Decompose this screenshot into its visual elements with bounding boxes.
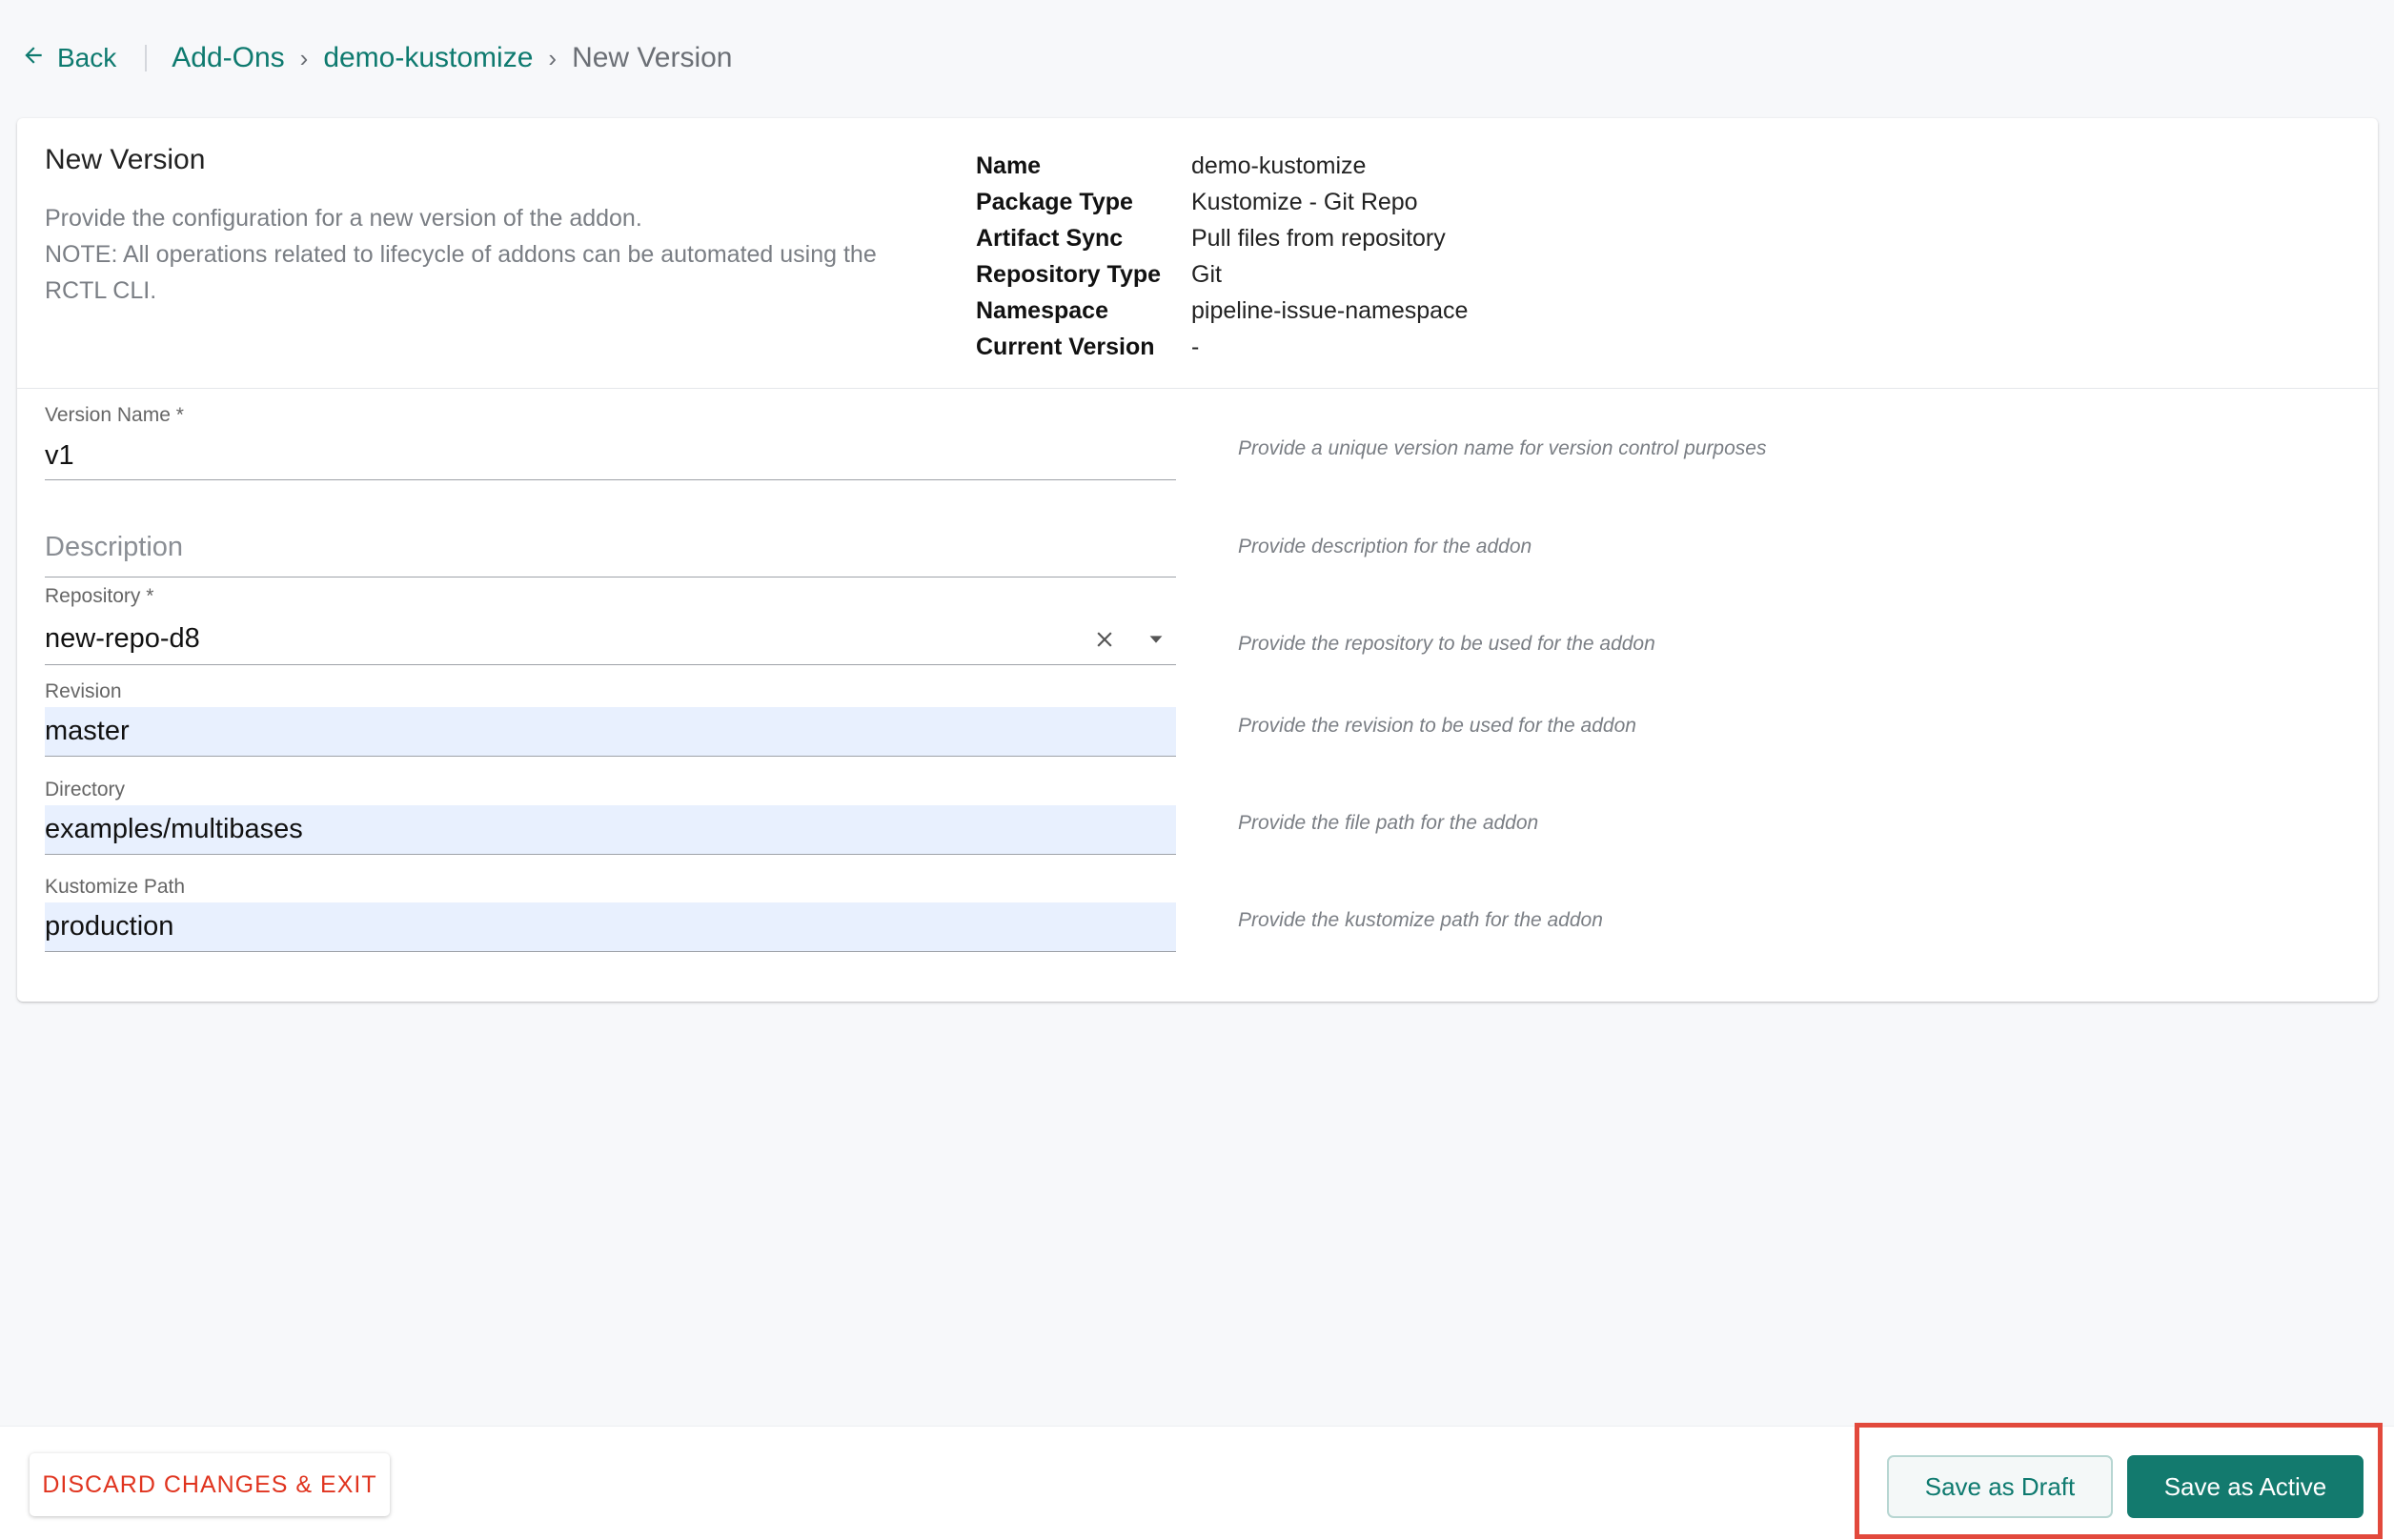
caret-down-icon[interactable]	[1146, 629, 1167, 650]
meta-value: Pull files from repository	[1191, 224, 1446, 252]
addon-meta: Name demo-kustomize Package Type Kustomi…	[976, 148, 1468, 365]
save-as-active-button[interactable]: Save as Active	[2127, 1455, 2364, 1518]
page: Back Add-Ons › demo-kustomize › New Vers…	[0, 0, 2394, 1540]
chevron-right-icon: ›	[299, 43, 309, 72]
clear-icon[interactable]	[1092, 627, 1117, 652]
meta-value: pipeline-issue-namespace	[1191, 296, 1469, 324]
meta-row: Repository Type Git	[976, 256, 1468, 293]
revision-hint: Provide the revision to be used for the …	[1238, 715, 1636, 737]
kustomize-path-value: production	[45, 911, 174, 942]
select-icons	[1092, 614, 1167, 664]
description-field: Description	[45, 518, 1176, 578]
meta-key: Current Version	[976, 333, 1155, 360]
new-version-card: New Version Provide the configuration fo…	[17, 118, 2378, 1002]
meta-value: Git	[1191, 260, 1222, 288]
card-header: New Version Provide the configuration fo…	[17, 118, 2378, 389]
description-note: NOTE: All operations related to lifecycl…	[45, 241, 877, 304]
directory-label: Directory	[45, 779, 126, 800]
discard-changes-button[interactable]: DISCARD CHANGES & EXIT	[30, 1453, 390, 1516]
version-name-hint: Provide a unique version name for versio…	[1238, 437, 1767, 459]
revision-label: Revision	[45, 680, 122, 702]
repository-field: Repository * new-repo-d8	[45, 585, 1176, 665]
meta-key: Package Type	[976, 188, 1133, 215]
version-name-field: Version Name * v1	[45, 404, 1176, 480]
card-title: New Version	[45, 144, 206, 175]
description-placeholder: Description	[45, 532, 184, 562]
meta-row: Current Version -	[976, 329, 1468, 365]
meta-value: demo-kustomize	[1191, 152, 1367, 179]
back-link[interactable]: Back	[21, 43, 116, 74]
meta-key: Artifact Sync	[976, 224, 1124, 252]
meta-row: Name demo-kustomize	[976, 148, 1468, 184]
directory-value: examples/multibases	[45, 814, 303, 844]
breadcrumb-addons[interactable]: Add-Ons	[172, 42, 284, 74]
revision-value: master	[45, 716, 130, 746]
repository-value: new-repo-d8	[45, 623, 200, 654]
directory-field: Directory examples/multibases	[45, 779, 1176, 855]
meta-row: Artifact Sync Pull files from repository	[976, 220, 1468, 256]
breadcrumb-current: New Version	[572, 42, 733, 73]
breadcrumb-bar: Back Add-Ons › demo-kustomize › New Vers…	[0, 0, 2394, 116]
meta-value: Kustomize - Git Repo	[1191, 188, 1418, 215]
kustomize-path-label: Kustomize Path	[45, 876, 186, 898]
meta-key: Repository Type	[976, 260, 1162, 288]
description-input[interactable]: Description	[45, 518, 1176, 578]
footer-actions: DISCARD CHANGES & EXIT Save as Draft Sav…	[0, 1423, 2394, 1540]
breadcrumb-addon-name[interactable]: demo-kustomize	[323, 42, 533, 74]
version-name-label: Version Name *	[45, 404, 184, 426]
revision-field: Revision master	[45, 680, 1176, 757]
arrow-left-icon	[21, 43, 46, 74]
kustomize-path-input[interactable]: production	[45, 902, 1176, 952]
kustomize-path-field: Kustomize Path production	[45, 876, 1176, 952]
revision-input[interactable]: master	[45, 707, 1176, 757]
save-as-draft-button[interactable]: Save as Draft	[1887, 1455, 2113, 1518]
repository-select[interactable]: new-repo-d8	[45, 614, 1176, 665]
meta-row: Namespace pipeline-issue-namespace	[976, 293, 1468, 329]
description-hint: Provide description for the addon	[1238, 536, 1532, 557]
meta-row: Package Type Kustomize - Git Repo	[976, 184, 1468, 220]
chevron-right-icon: ›	[548, 43, 558, 72]
version-name-value: v1	[45, 440, 74, 471]
repository-hint: Provide the repository to be used for th…	[1238, 633, 1655, 655]
directory-hint: Provide the file path for the addon	[1238, 812, 1539, 834]
breadcrumb-divider	[145, 45, 148, 71]
description-line: Provide the configuration for a new vers…	[45, 205, 642, 232]
meta-key: Namespace	[976, 296, 1108, 324]
back-label: Back	[57, 43, 117, 72]
meta-value: -	[1191, 333, 1200, 360]
meta-key: Name	[976, 152, 1042, 179]
version-name-input[interactable]: v1	[45, 433, 1176, 480]
card-description: Provide the configuration for a new vers…	[45, 200, 922, 309]
repository-label: Repository *	[45, 585, 154, 607]
kustomize-path-hint: Provide the kustomize path for the addon	[1238, 909, 1603, 931]
directory-input[interactable]: examples/multibases	[45, 805, 1176, 855]
